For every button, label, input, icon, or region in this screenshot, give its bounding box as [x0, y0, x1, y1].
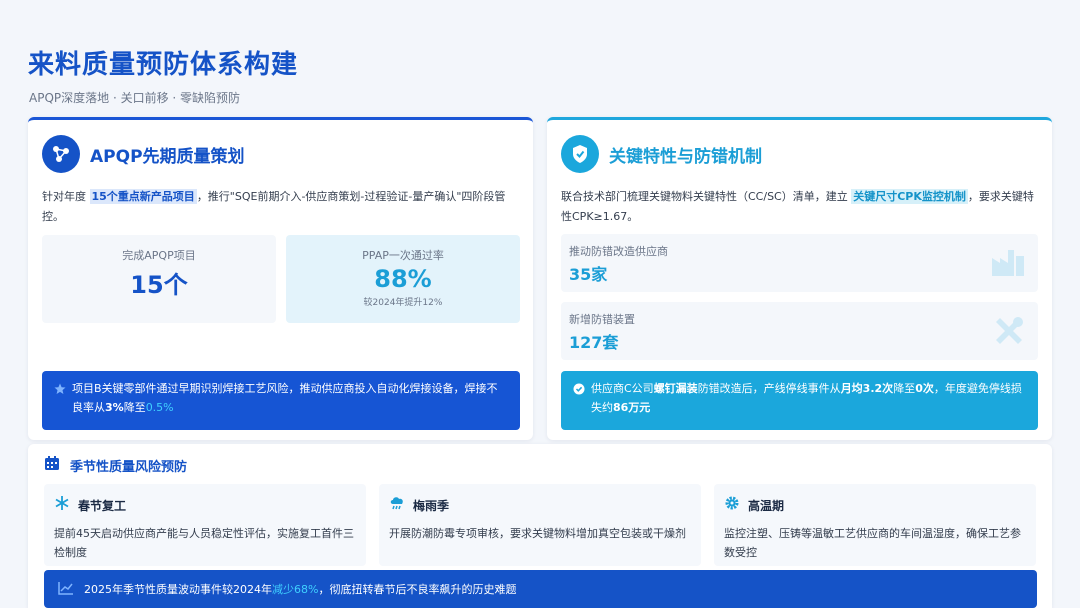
- banner-from: 3%: [105, 401, 124, 414]
- season-name: 梅雨季: [413, 498, 450, 513]
- season-card-spring: 春节复工 提前45天启动供应商产能与人员稳定性评估，实施复工首件三检制度: [44, 484, 366, 566]
- star-icon: [54, 382, 66, 401]
- rain-cloud-icon: [389, 495, 405, 515]
- stat-label: PPAP一次通过率: [362, 249, 444, 262]
- shield-icon: [561, 135, 599, 173]
- key-char-description: 联合技术部门梳理关键物料关键特性（CC/SC）清单，建立 关键尺寸CPK监控机制…: [561, 187, 1039, 227]
- trend-chart-icon: [58, 581, 74, 598]
- errorproof-devices-metric: 新增防错装置 127套: [561, 302, 1038, 360]
- summary-prefix: 2025年季节性质量波动事件较2024年: [84, 583, 272, 596]
- apqp-description: 针对年度 15个重点新产品项目 ，推行"SQE前期介入-供应商策划-过程验证-量产…: [42, 187, 520, 227]
- apqp-card: APQP先期质量策划 针对年度 15个重点新产品项目 ，推行"SQE前期介入-供应…: [28, 117, 533, 440]
- banner-p3: 降至: [893, 382, 916, 395]
- season-text: 提前45天启动供应商产能与人员稳定性评估，实施复工首件三检制度: [54, 527, 354, 559]
- key-char-card-header: 关键特性与防错机制: [561, 135, 762, 173]
- key-char-case-banner: 供应商C公司螺钉漏装防错改造后，产线停线事件从月均3.2次降至0次，年度避免停线…: [561, 371, 1038, 430]
- season-header: 春节复工: [54, 495, 126, 515]
- errorproof-suppliers-metric: 推动防错改造供应商 35家: [561, 234, 1038, 292]
- factory-icon: [990, 246, 1026, 282]
- banner-p2: 防错改造后，产线停线事件从: [697, 382, 841, 395]
- metric-label: 推动防错改造供应商: [569, 245, 668, 258]
- seasonal-summary-banner: 2025年季节性质量波动事件较2024年减少68%，彻底扭转春节后不良率飙升的历…: [44, 570, 1037, 608]
- season-card-hot: 高温期 监控注塑、压铸等温敏工艺供应商的车间温湿度，确保工艺参数受控: [714, 484, 1036, 566]
- page-subtitle: APQP深度落地 · 关口前移 · 零缺陷预防: [29, 91, 241, 105]
- key-char-card-title: 关键特性与防错机制: [609, 146, 762, 167]
- ppap-rate-stat: PPAP一次通过率 88% 较2024年提升12%: [286, 235, 520, 323]
- season-header: 梅雨季: [389, 495, 449, 515]
- metric-value: 127套: [569, 333, 619, 352]
- season-name: 春节复工: [78, 498, 127, 513]
- calendar-icon: [44, 455, 60, 475]
- metric-label: 新增防错装置: [569, 313, 635, 326]
- tools-icon: [992, 314, 1026, 352]
- summary-text: 2025年季节性质量波动事件较2024年减少68%，彻底扭转春节后不良率飙升的历…: [84, 581, 516, 597]
- gear-icon: [724, 495, 740, 515]
- summary-suffix: ，彻底扭转春节后不良率飙升的历史难题: [318, 583, 517, 596]
- seasonal-title: 季节性质量风险预防: [70, 459, 188, 475]
- banner-b1: 螺钉漏装: [653, 382, 698, 395]
- stat-note: 较2024年提升12%: [363, 298, 443, 308]
- season-name: 高温期: [748, 498, 785, 513]
- snowflake-icon: [54, 495, 70, 515]
- apqp-card-title: APQP先期质量策划: [90, 146, 245, 167]
- key-char-desc-highlight: 关键尺寸CPK监控机制: [851, 189, 968, 204]
- check-circle-icon: [573, 382, 585, 401]
- season-card-rainy: 梅雨季 开展防潮防霉专项审核，要求关键物料增加真空包装或干燥剂: [379, 484, 701, 566]
- stat-value: 88%: [374, 265, 432, 293]
- page-title: 来料质量预防体系构建: [28, 50, 299, 80]
- season-header: 高温期: [724, 495, 784, 515]
- apqp-desc-prefix: 针对年度: [42, 190, 86, 203]
- banner-b2: 月均3.2次: [840, 382, 894, 395]
- network-icon: [42, 135, 80, 173]
- stat-value: 15个: [130, 271, 188, 299]
- banner-mid: 降至: [123, 401, 146, 414]
- stat-label: 完成APQP项目: [122, 249, 196, 262]
- apqp-card-header: APQP先期质量策划: [42, 135, 245, 173]
- season-text: 开展防潮防霉专项审核，要求关键物料增加真空包装或干燥剂: [389, 527, 686, 540]
- key-characteristics-card: 关键特性与防错机制 联合技术部门梳理关键物料关键特性（CC/SC）清单，建立 关…: [547, 117, 1052, 440]
- apqp-case-banner: 项目B关键零部件通过早期识别焊接工艺风险，推动供应商投入自动化焊接设备，焊接不良…: [42, 371, 520, 430]
- apqp-desc-highlight: 15个重点新产品项目: [89, 189, 197, 204]
- seasonal-header: 季节性质量风险预防: [44, 455, 187, 475]
- banner-b4: 86万元: [613, 401, 651, 414]
- season-text: 监控注塑、压铸等温敏工艺供应商的车间温湿度，确保工艺参数受控: [724, 527, 1021, 559]
- seasonal-risk-section: 季节性质量风险预防 春节复工 提前45天启动供应商产能与人员稳定性评估，实施复工…: [28, 444, 1052, 608]
- apqp-projects-stat: 完成APQP项目 15个: [42, 235, 276, 323]
- banner-to: 0.5%: [145, 401, 174, 414]
- banner-b3: 0次: [915, 382, 934, 395]
- key-char-desc-prefix: 联合技术部门梳理关键物料关键特性（CC/SC）清单，建立: [561, 190, 848, 203]
- metric-value: 35家: [569, 265, 608, 284]
- banner-prefix: 供应商C公司: [591, 382, 654, 395]
- summary-highlight: 减少68%: [272, 583, 319, 596]
